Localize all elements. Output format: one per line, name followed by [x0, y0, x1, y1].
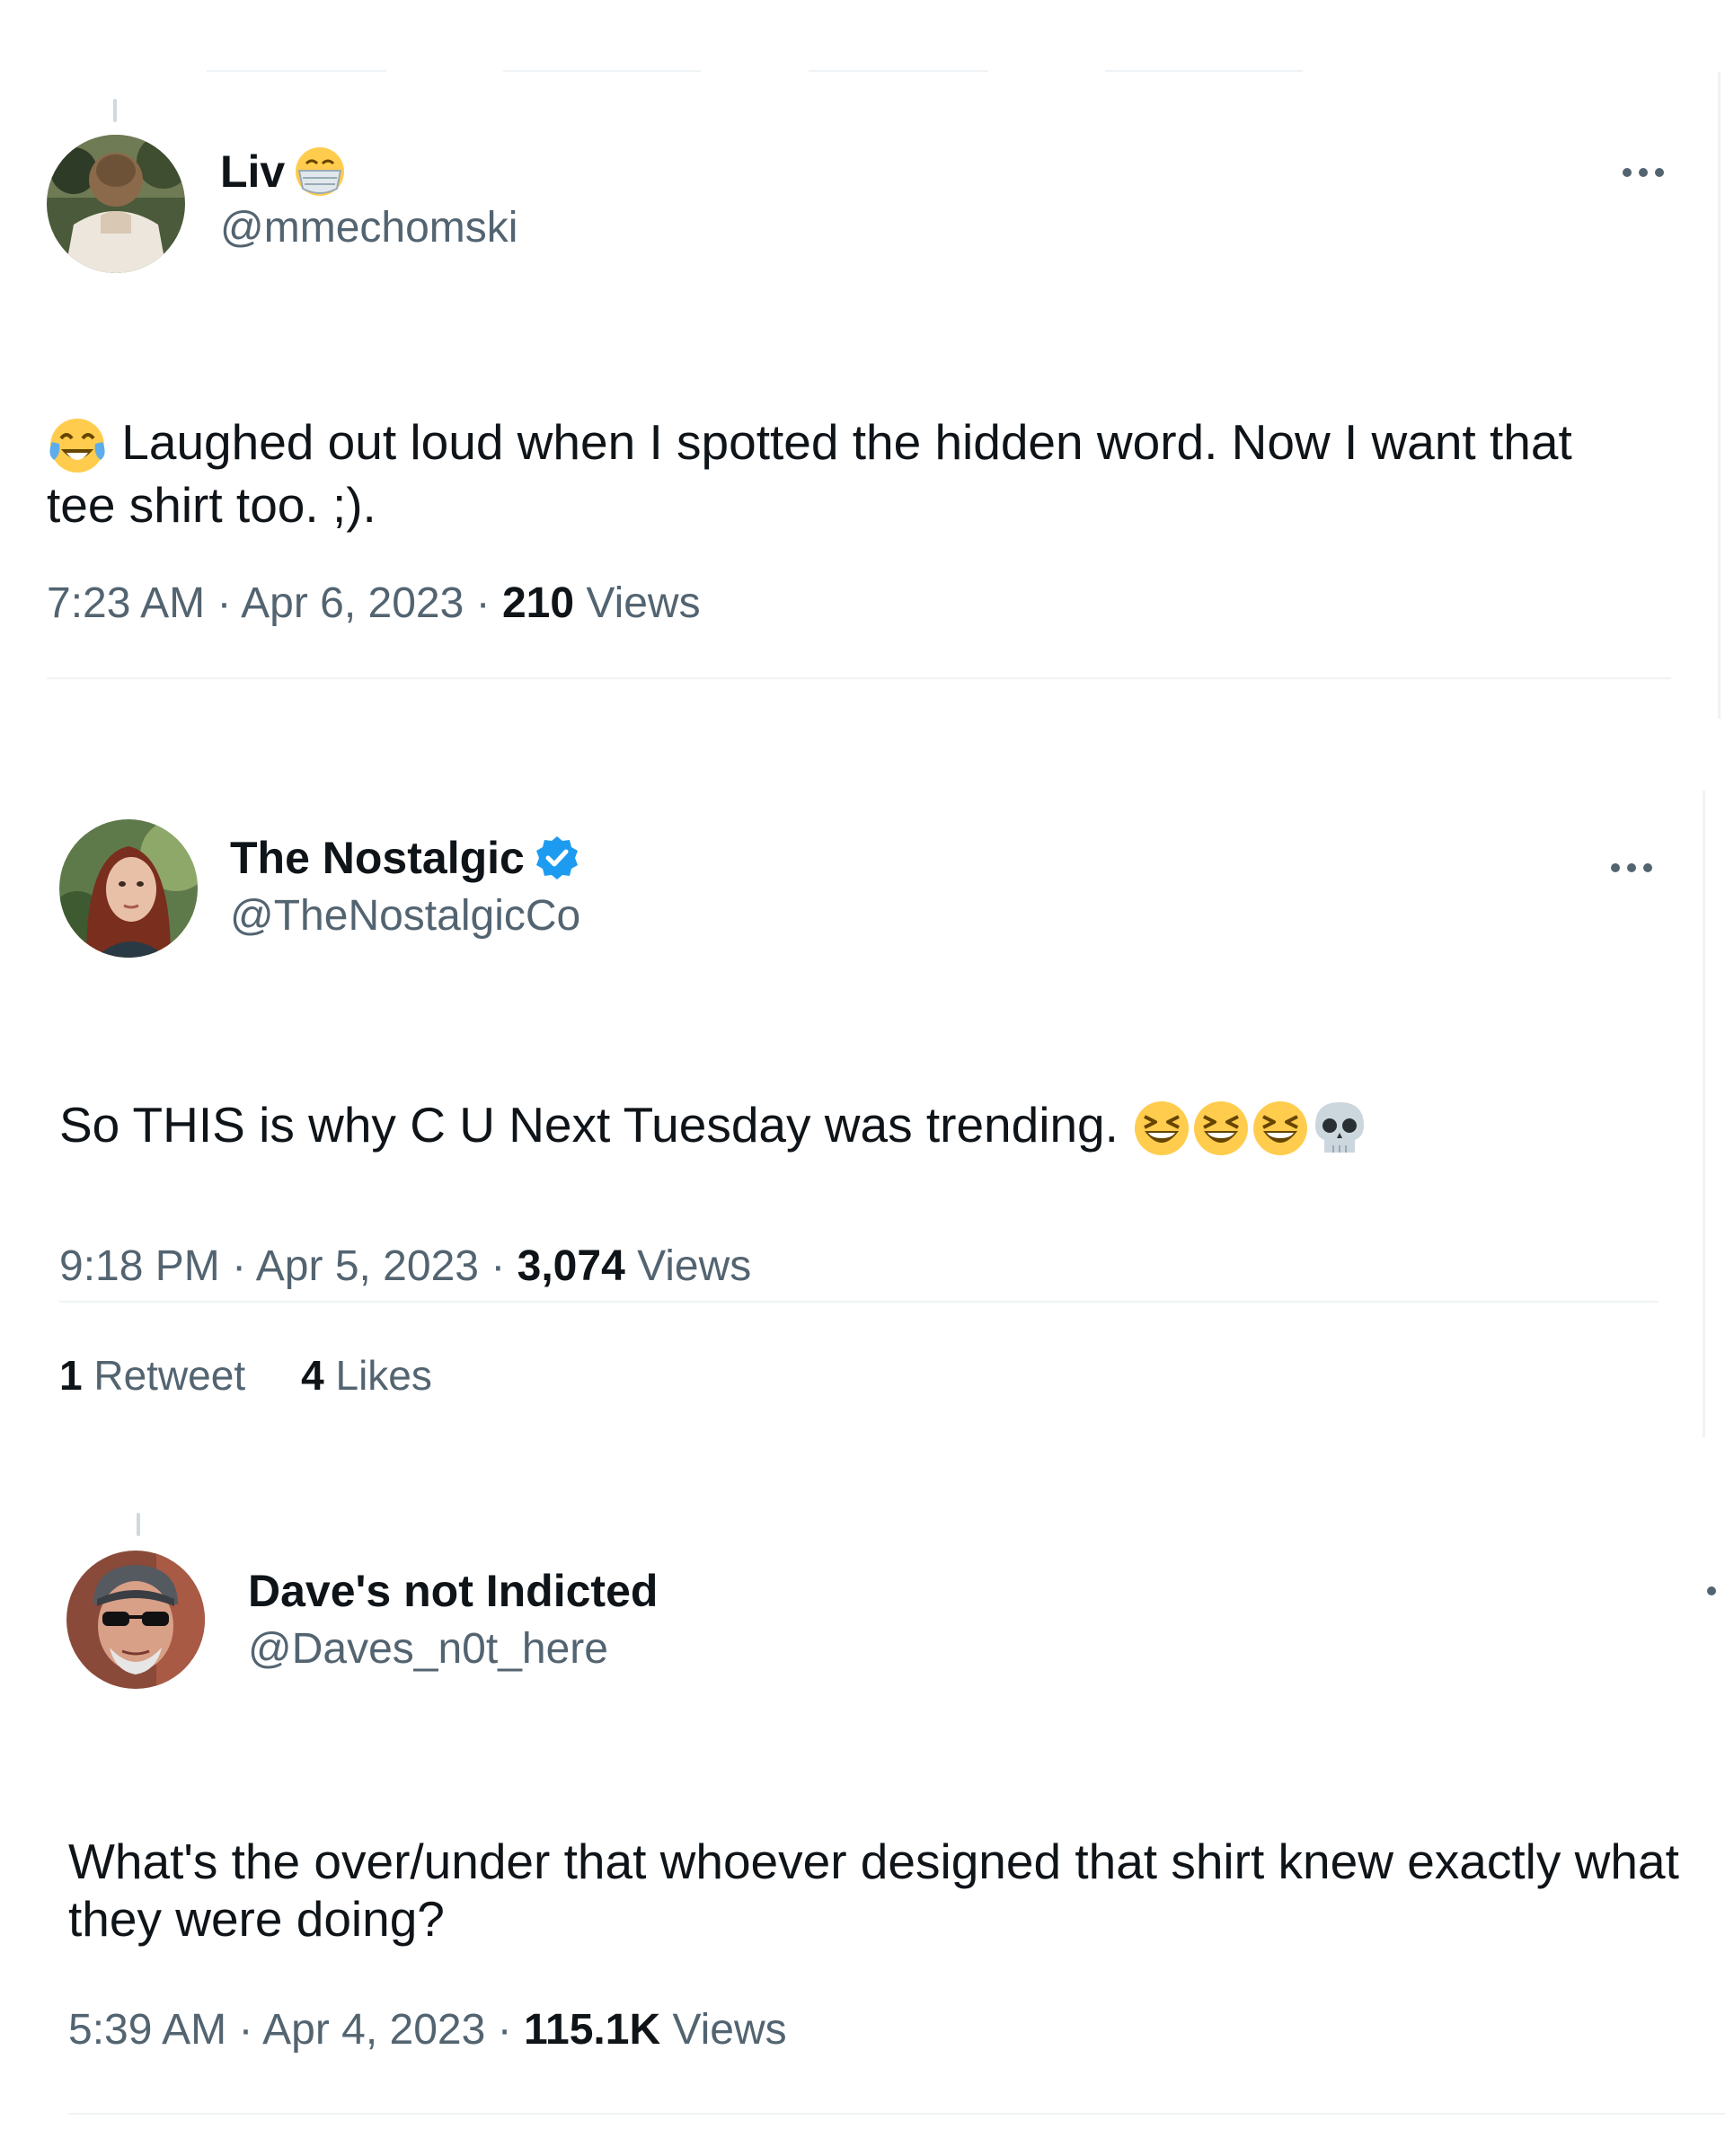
handle[interactable]: @TheNostalgicCo	[230, 891, 580, 941]
tweet-liv[interactable]: Liv @mmechomski Laughed out loud when I …	[0, 0, 1725, 683]
tweet-date[interactable]: Apr 4, 2023	[262, 2006, 485, 2054]
divider	[47, 677, 1671, 679]
tweet-meta: 9:18 PM · Apr 5, 2023 · 3,074 Views	[59, 1242, 752, 1290]
engagement-stats: 1 Retweet 4 Likes	[59, 1351, 432, 1400]
views-count: 210	[501, 579, 575, 627]
views-count: 3,074	[517, 1242, 625, 1290]
mask-face-emoji	[294, 146, 346, 198]
tweet-meta: 7:23 AM · Apr 6, 2023 · 210 Views	[47, 579, 701, 627]
views-count: 115.1K	[523, 2006, 661, 2054]
views-label: Views	[586, 579, 701, 627]
tweet-time[interactable]: 9:18 PM	[59, 1242, 220, 1290]
display-name[interactable]: Dave's not Indicted	[248, 1565, 658, 1617]
tweet-time[interactable]: 5:39 AM	[68, 2006, 226, 2054]
tweet-text: So THIS is why C U Next Tuesday was tren…	[59, 1096, 1659, 1158]
divider	[59, 1301, 1659, 1303]
divider	[68, 2113, 1725, 2115]
grinning-squinting-emoji	[1132, 1099, 1191, 1158]
tweet-date[interactable]: Apr 5, 2023	[256, 1242, 479, 1290]
handle[interactable]: @mmechomski	[220, 203, 518, 252]
tweet-date[interactable]: Apr 6, 2023	[241, 579, 464, 627]
more-options-icon[interactable]	[1707, 1586, 1716, 1595]
views-label: Views	[672, 2006, 787, 2054]
tweet-time[interactable]: 7:23 AM	[47, 579, 205, 627]
tweet-text: Laughed out loud when I spotted the hidd…	[47, 414, 1572, 534]
avatar[interactable]	[66, 1551, 205, 1689]
skull-emoji	[1310, 1099, 1369, 1158]
grinning-squinting-emoji	[1251, 1099, 1310, 1158]
likes-stat[interactable]: 4 Likes	[301, 1351, 432, 1400]
display-name[interactable]: Liv	[220, 146, 285, 198]
views-label: Views	[637, 1242, 752, 1290]
tweet-nostalgic[interactable]: The Nostalgic @TheNostalgicCo So THIS is…	[0, 791, 1725, 1437]
retweets-stat[interactable]: 1 Retweet	[59, 1351, 245, 1400]
tweet-text: What's the over/under that whoever desig…	[68, 1833, 1679, 1947]
tweet-dave[interactable]: Dave's not Indicted @Daves_n0t_here What…	[0, 1491, 1725, 2138]
tweet-meta: 5:39 AM · Apr 4, 2023 · 115.1K Views	[68, 2006, 787, 2054]
avatar[interactable]	[47, 135, 185, 273]
more-options-icon[interactable]	[1611, 859, 1665, 877]
thread-connector	[137, 1513, 140, 1536]
avatar[interactable]	[59, 819, 198, 958]
handle[interactable]: @Daves_n0t_here	[248, 1624, 608, 1674]
verified-badge-icon	[534, 835, 580, 881]
grinning-squinting-emoji	[1191, 1099, 1251, 1158]
tears-of-joy-emoji	[47, 415, 108, 476]
thread-connector	[113, 99, 117, 122]
more-options-icon[interactable]	[1623, 163, 1676, 181]
display-name[interactable]: The Nostalgic	[230, 832, 525, 884]
